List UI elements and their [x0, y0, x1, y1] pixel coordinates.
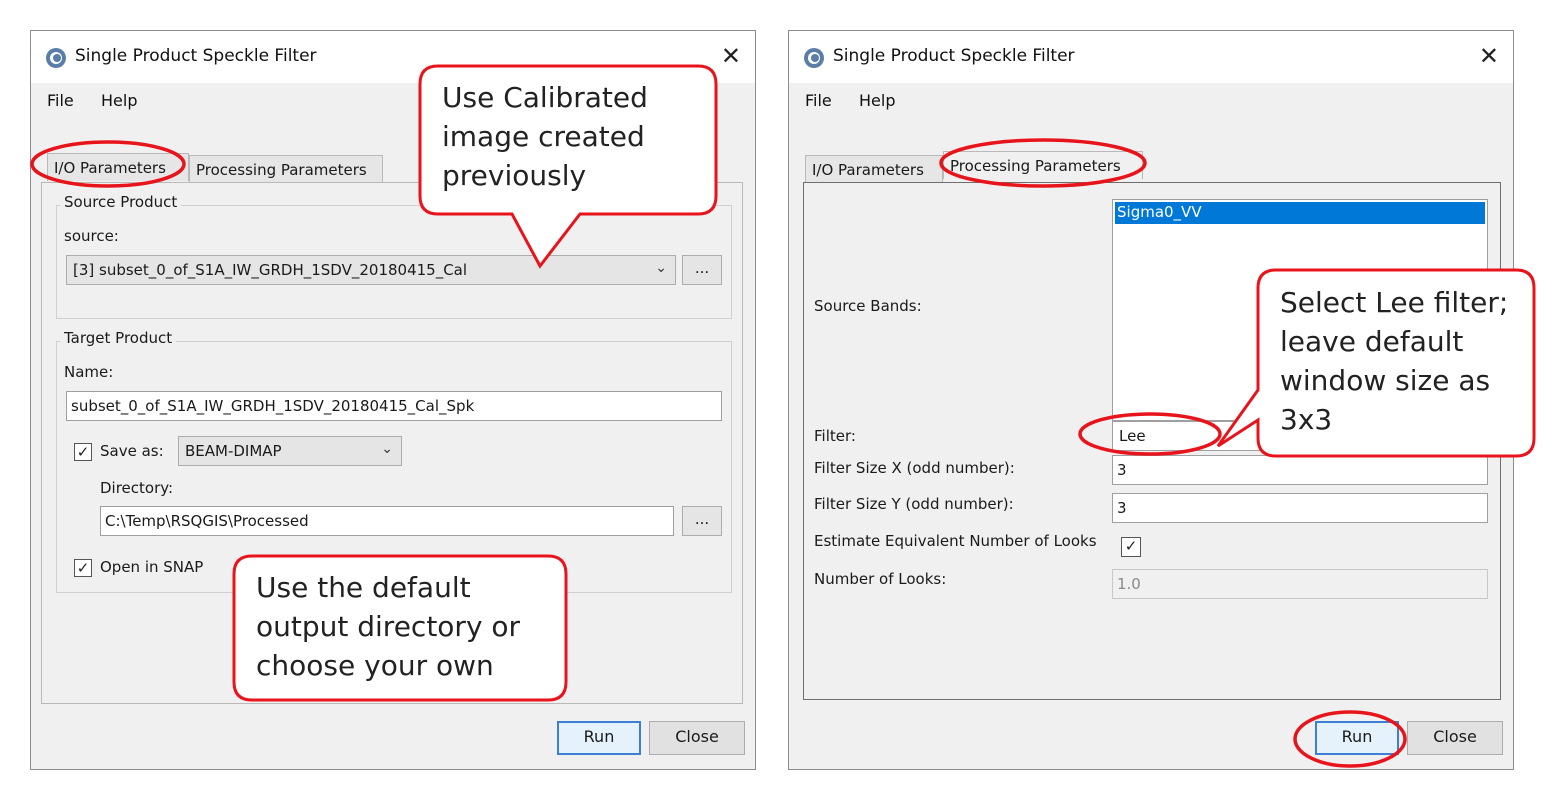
highlight-processing-tab — [939, 138, 1147, 188]
highlight-io-tab — [30, 140, 186, 188]
callout-lee-text: Select Lee filter; leave default window … — [1280, 286, 1509, 436]
highlight-run-button — [1293, 710, 1407, 768]
callout-directory-text: Use the default output directory or choo… — [256, 571, 521, 682]
callout-calibrated-text: Use Calibrated image created previously — [442, 81, 648, 192]
highlight-filter-combo — [1078, 412, 1222, 456]
